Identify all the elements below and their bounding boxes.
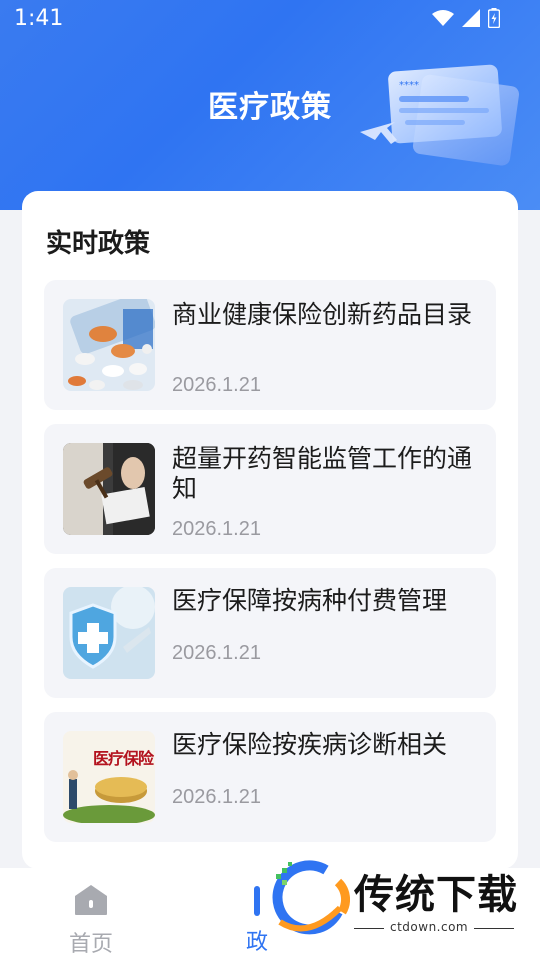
policy-title: 超量开药智能监管工作的通知 [172,444,473,503]
medical-shield-image [63,587,155,679]
gavel-image [63,443,155,535]
policy-title: 商业健康保险创新药品目录 [172,300,473,329]
insurance-image: 医疗保险 [63,731,155,823]
policy-title: 医疗保障按病种付费管理 [172,586,448,615]
section-title: 实时政策 [46,229,151,259]
tab-policy-label: 政 [246,930,269,955]
tab-home[interactable]: 首页 [60,884,122,958]
policy-date: 2026.1.21 [172,786,261,808]
battery-icon [488,8,500,28]
tab-home-label: 首页 [68,932,113,957]
wifi-icon [432,10,454,26]
watermark-logo-icon [272,860,350,935]
policy-date: 2026.1.21 [172,642,261,664]
policy-tab-icon [254,886,260,916]
status-bar: 1:41 [0,0,540,40]
policy-title: 医疗保险按疾病诊断相关 [172,730,448,759]
policy-date: 2026.1.21 [172,518,261,540]
home-icon [75,885,107,915]
watermark-text: 传统下载 [354,872,518,918]
signal-icon [462,9,480,27]
policy-list-item[interactable]: 医疗保险 医疗保险按疾病诊断相关 2026.1.21 [44,712,496,842]
status-time: 1:41 [14,6,64,31]
watermark-url: ctdown.com [390,920,469,934]
document-illustration-icon: **** [360,64,520,166]
policy-card: 实时政策 商业健康保险创新药品目录 2026.1.21 超量开药智能监管工作的通… [22,191,518,869]
policy-list-item[interactable]: 商业健康保险创新药品目录 2026.1.21 [44,280,496,410]
policy-list-item[interactable]: 超量开药智能监管工作的通知 2026.1.21 [44,424,496,554]
watermark: 传统下载 ctdown.com [268,860,530,940]
svg-text:****: **** [399,80,419,91]
pills-image [63,299,155,391]
policy-date: 2026.1.21 [172,374,261,396]
policy-list-item[interactable]: 医疗保障按病种付费管理 2026.1.21 [44,568,496,698]
insurance-banner-text: 医疗保险 [93,749,154,768]
